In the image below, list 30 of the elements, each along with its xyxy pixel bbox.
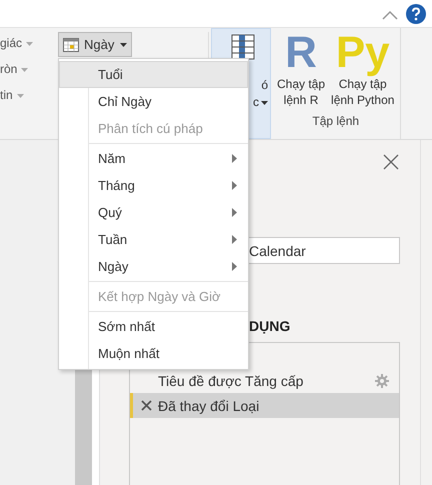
help-icon[interactable] <box>406 4 426 24</box>
ribbon-dropdown[interactable]: giác <box>0 36 52 55</box>
ribbon-dropdown[interactable]: ròn <box>0 62 52 81</box>
group-label: Tập lệnh <box>312 114 360 128</box>
menu-item[interactable]: Sớm nhất <box>59 313 248 340</box>
caret-icon <box>120 42 128 46</box>
delete-icon[interactable] <box>141 400 152 411</box>
applied-step[interactable]: Đã thay đổi Loại <box>130 393 399 418</box>
caret-icon <box>26 42 34 46</box>
close-icon[interactable] <box>383 154 399 170</box>
calendar-icon <box>63 38 79 52</box>
date-dropdown-button[interactable]: Ngày <box>58 32 132 57</box>
menu-item[interactable]: Tuổi <box>59 61 248 88</box>
menu-item[interactable]: Chỉ Ngày <box>59 88 248 115</box>
menu-item[interactable]: Ngày <box>59 253 248 280</box>
caret-icon <box>16 94 24 98</box>
name-field[interactable]: Calendar <box>247 237 400 264</box>
collapse-ribbon-icon[interactable] <box>382 10 398 20</box>
menu-item[interactable]: Năm <box>59 145 248 172</box>
menu-item[interactable]: Tuần <box>59 226 248 253</box>
run-script-button[interactable]: Py Chạy tập lệnh Python <box>331 28 394 108</box>
run-script-button[interactable]: R Chạy tập lệnh R <box>277 28 326 108</box>
ribbon-dropdown[interactable]: tin <box>0 88 52 107</box>
section-heading: DỤNG <box>249 318 292 334</box>
applied-step[interactable]: Tiêu đề được Tăng cấp <box>130 368 399 393</box>
menu-item[interactable]: Quý <box>59 199 248 226</box>
caret-icon <box>261 100 268 105</box>
caret-icon <box>21 68 28 72</box>
menu-item[interactable]: Tháng <box>59 172 248 199</box>
menu-item[interactable]: Muộn nhất <box>59 340 248 367</box>
